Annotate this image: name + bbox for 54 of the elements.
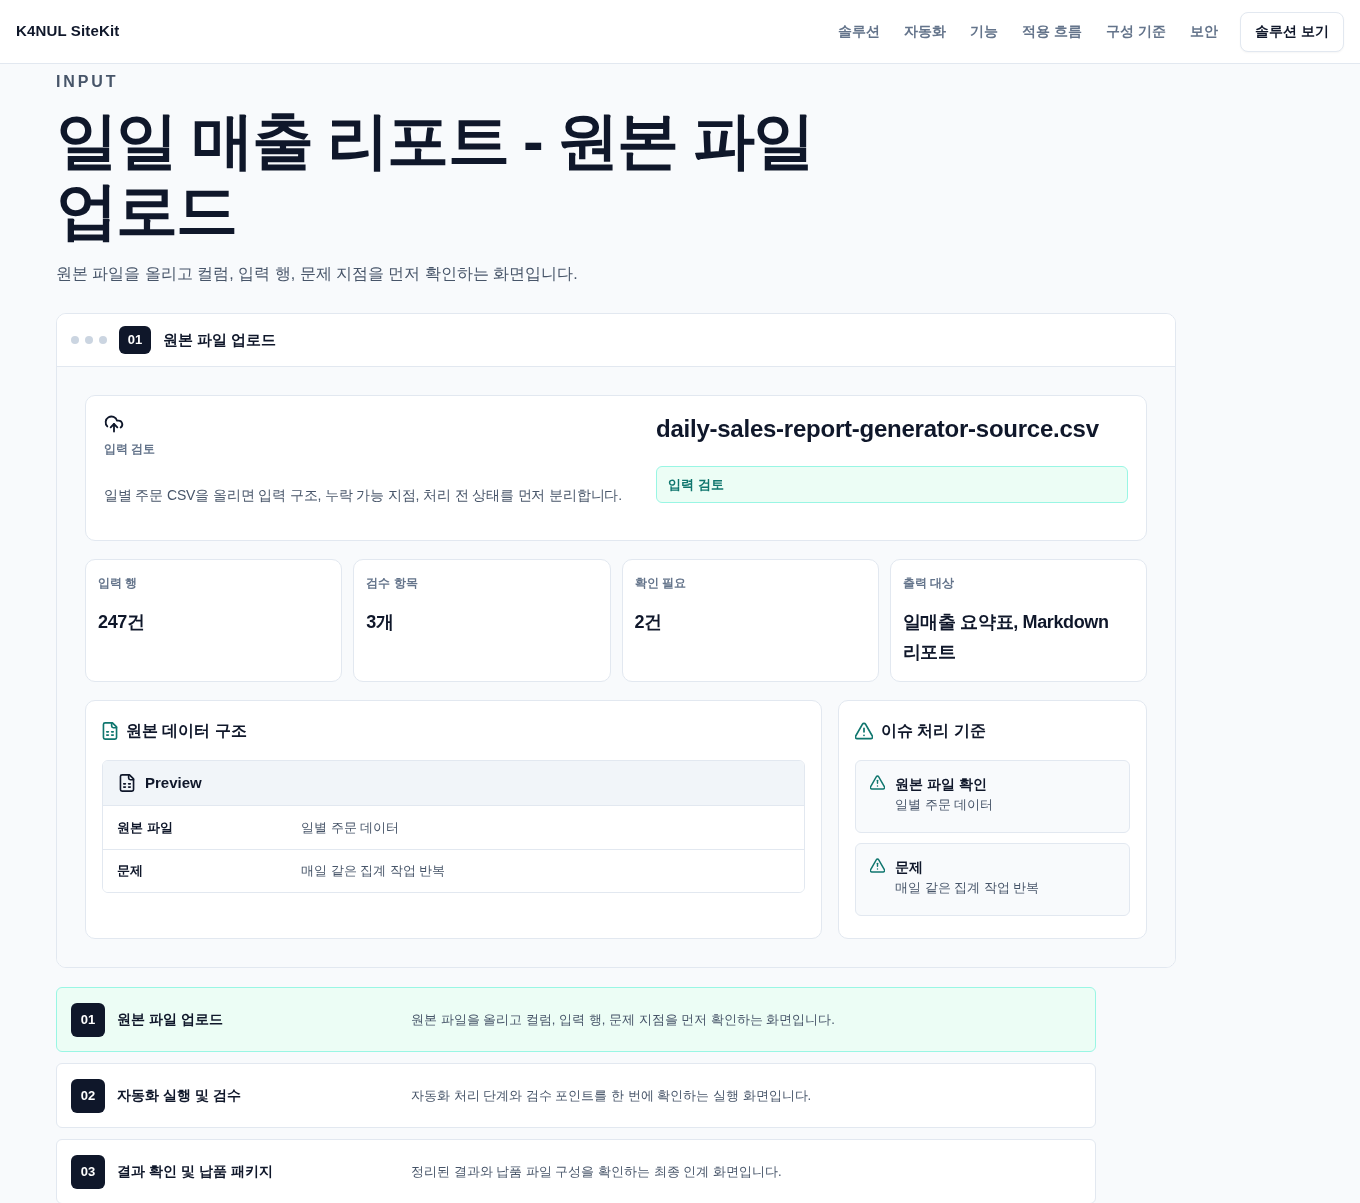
row-value: 일별 주문 데이터: [301, 818, 400, 837]
step-title: 결과 확인 및 납품 패키지: [117, 1162, 274, 1181]
step-description: 자동화 처리 단계와 검수 포인트를 한 번에 확인하는 실행 화면입니다.: [411, 1086, 812, 1105]
structure-title: 원본 데이터 구조: [126, 721, 247, 741]
step-title: 자동화 실행 및 검수: [117, 1086, 242, 1105]
cta-button[interactable]: 솔루션 보기: [1240, 11, 1344, 52]
stat-label: 출력 대상: [902, 575, 956, 591]
step-number-badge: 03: [71, 1154, 105, 1189]
stat-value: 2건: [634, 611, 663, 634]
step-number-badge: 01: [119, 326, 151, 354]
nav-link[interactable]: 솔루션: [826, 21, 893, 42]
warning-icon: [870, 775, 885, 790]
nav-link[interactable]: 기능: [958, 21, 1011, 42]
row-key: 문제: [117, 861, 301, 881]
spreadsheet-icon: [119, 774, 135, 792]
row-key: 원본 파일: [117, 817, 301, 838]
stat-label: 검수 항목: [366, 575, 419, 591]
spreadsheet-icon: [102, 722, 118, 740]
row-value: 매일 같은 집계 작업 반복: [301, 862, 446, 881]
issue-detail: 일별 주문 데이터: [895, 796, 994, 814]
nav-link[interactable]: 자동화: [892, 21, 959, 42]
nav-link[interactable]: 보안: [1178, 21, 1231, 42]
step-description: 원본 파일을 올리고 컬럼, 입력 행, 문제 지점을 먼저 확인하는 화면입니다.: [411, 1010, 835, 1029]
warning-icon: [855, 722, 873, 740]
warning-icon: [870, 858, 885, 873]
page-title: 일일 매출 리포트 - 원본 파일 업로드: [56, 106, 815, 246]
nav-link[interactable]: 적용 흐름: [1010, 21, 1095, 42]
issue-title: 문제: [895, 858, 924, 877]
step-row[interactable]: 03 결과 확인 및 납품 패키지 정리된 결과와 납품 파일 구성을 확인하는 최종 인계 화면입니다.: [56, 1139, 1096, 1203]
issue-detail: 매일 같은 집계 작업 반복: [895, 879, 1040, 897]
file-name: daily-sales-report-generator-source.csv: [656, 414, 1100, 444]
site-logo[interactable]: K4NUL SiteKit: [16, 20, 120, 43]
step-row[interactable]: 01 원본 파일 업로드 원본 파일을 올리고 컬럼, 입력 행, 문제 지점을 먼저 확인하는 화면입니다.: [56, 987, 1096, 1052]
panel-title: 원본 파일 업로드: [163, 329, 277, 350]
nav-link[interactable]: 구성 기준: [1094, 21, 1179, 42]
status-banner: 입력 검토: [656, 466, 1128, 503]
stat-label: 확인 필요: [634, 575, 687, 591]
step-description: 정리된 결과와 납품 파일 구성을 확인하는 최종 인계 화면입니다.: [411, 1162, 782, 1181]
issues-title: 이슈 처리 기준: [881, 721, 986, 741]
section-eyebrow: INPUT: [56, 72, 120, 92]
upload-description: 일별 주문 CSV을 올리면 입력 구조, 누락 가능 지점, 처리 전 상태를 먼저 분리합니다.: [104, 486, 623, 505]
step-title: 원본 파일 업로드: [117, 1010, 224, 1029]
cloud-upload-icon: [104, 414, 124, 434]
stat-value: 일매출 요약표, Markdown 리포트: [902, 611, 1110, 664]
step-row[interactable]: 02 자동화 실행 및 검수 자동화 처리 단계와 검수 포인트를 한 번에 확인하는 실행 화면입니다.: [56, 1063, 1096, 1128]
upload-label: 입력 검토: [104, 441, 157, 458]
step-number-badge: 02: [71, 1078, 105, 1113]
page-subtitle: 원본 파일을 올리고 컬럼, 입력 행, 문제 지점을 먼저 확인하는 화면입니다.: [56, 264, 579, 284]
preview-title: Preview: [145, 772, 202, 793]
step-number-badge: 01: [71, 1002, 105, 1037]
stat-label: 입력 행: [98, 575, 139, 591]
issue-title: 원본 파일 확인: [895, 775, 988, 794]
stat-value: 3개: [366, 611, 395, 634]
stat-value: 247건: [98, 611, 146, 634]
